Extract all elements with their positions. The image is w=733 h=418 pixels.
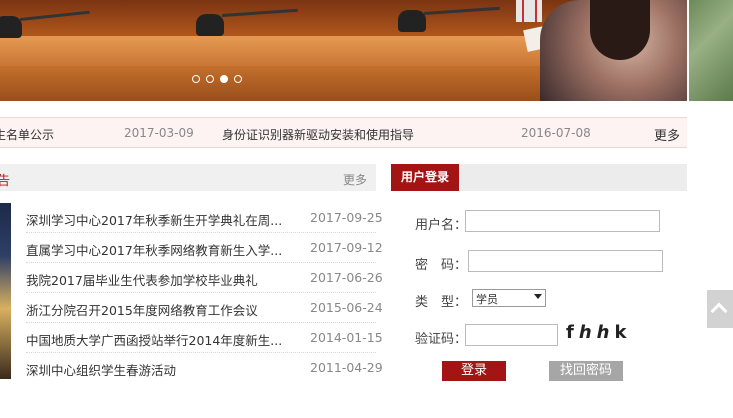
- microphone-icon: [196, 14, 224, 36]
- microphone-icon: [0, 16, 22, 38]
- captcha-char: k: [614, 322, 632, 343]
- news-date: 2011-04-29: [310, 360, 383, 375]
- notice-more-link[interactable]: 更多: [654, 125, 680, 144]
- list-item[interactable]: 深圳中心组织学生春游活动 2011-04-29: [26, 353, 383, 382]
- username-label: 用户名：: [415, 218, 468, 233]
- microphone-arm: [423, 6, 500, 15]
- find-password-button[interactable]: 找回密码: [549, 361, 623, 381]
- carousel-dot-3[interactable]: [220, 75, 228, 83]
- news-title[interactable]: 浙江分院召开2015年度网络教育工作会议: [26, 300, 258, 319]
- banner-bottles: [516, 0, 542, 22]
- user-type-value: 学员: [476, 293, 498, 306]
- news-title[interactable]: 深圳学习中心2017年秋季新生开学典礼在周...: [26, 210, 282, 229]
- login-panel-header: 用户登录: [391, 164, 687, 191]
- news-panel-header: 告 更多: [0, 164, 376, 191]
- captcha-image[interactable]: fhhk: [566, 322, 631, 343]
- captcha-char: f: [566, 322, 579, 343]
- notice-item-date: 2016-07-08: [521, 126, 591, 140]
- username-field[interactable]: [465, 210, 660, 232]
- type-label: 类 型：: [415, 295, 468, 310]
- banner-carousel[interactable]: [0, 0, 687, 101]
- news-thumbnail[interactable]: [0, 203, 11, 379]
- list-item[interactable]: 直属学习中心2017年秋季网络教育新生入学... 2017-09-12: [26, 233, 383, 263]
- chevron-up-icon: [710, 302, 728, 320]
- password-label: 密 码：: [415, 258, 468, 273]
- news-list: 深圳学习中心2017年秋季新生开学典礼在周... 2017-09-25 直属学习…: [26, 203, 383, 382]
- chevron-down-icon: [534, 294, 542, 299]
- notice-item-title[interactable]: 身份证识别器新驱动安装和使用指导: [222, 126, 414, 143]
- list-item[interactable]: 浙江分院召开2015年度网络教育工作会议 2015-06-24: [26, 293, 383, 323]
- password-field[interactable]: [468, 250, 663, 272]
- carousel-dots: [192, 75, 242, 83]
- news-date: 2017-06-26: [310, 270, 383, 285]
- news-title[interactable]: 中国地质大学广西函授站举行2014年度新生...: [26, 330, 282, 349]
- banner-side-image: [689, 0, 733, 101]
- captcha-label: 验证码：: [415, 332, 468, 347]
- news-more-link[interactable]: 更多: [343, 171, 367, 188]
- news-date: 2017-09-25: [310, 210, 383, 225]
- notice-item-date: 2017-03-09: [124, 126, 194, 140]
- list-item[interactable]: 中国地质大学广西函授站举行2014年度新生... 2014-01-15: [26, 323, 383, 353]
- news-title[interactable]: 直属学习中心2017年秋季网络教育新生入学...: [26, 240, 282, 259]
- list-item[interactable]: 深圳学习中心2017年秋季新生开学典礼在周... 2017-09-25: [26, 203, 383, 233]
- microphone-arm: [221, 8, 298, 17]
- news-date: 2015-06-24: [310, 300, 383, 315]
- banner-table-surface: [0, 36, 580, 68]
- user-type-select[interactable]: 学员: [472, 289, 546, 307]
- carousel-dot-4[interactable]: [234, 75, 242, 83]
- news-date: 2017-09-12: [310, 240, 383, 255]
- captcha-char: h: [578, 322, 597, 343]
- list-item[interactable]: 我院2017届毕业生代表参加学校毕业典礼 2017-06-26: [26, 263, 383, 293]
- tab-user-login[interactable]: 用户登录: [391, 164, 459, 191]
- login-button[interactable]: 登录: [442, 361, 506, 381]
- banner-person-hair: [590, 0, 650, 60]
- captcha-field[interactable]: [465, 324, 558, 346]
- notice-bar: 生名单公示 2017-03-09 身份证识别器新驱动安装和使用指导 2016-0…: [0, 117, 687, 148]
- back-to-top-button[interactable]: [707, 290, 733, 328]
- news-panel-title: 告: [0, 174, 11, 189]
- carousel-dot-1[interactable]: [192, 75, 200, 83]
- notice-item-title[interactable]: 生名单公示: [0, 126, 54, 143]
- microphone-arm: [19, 10, 90, 21]
- carousel-dot-2[interactable]: [206, 75, 214, 83]
- microphone-icon: [398, 10, 426, 32]
- news-date: 2014-01-15: [310, 330, 383, 345]
- news-title[interactable]: 深圳中心组织学生春游活动: [26, 360, 176, 379]
- captcha-char: h: [596, 322, 615, 343]
- news-title[interactable]: 我院2017届毕业生代表参加学校毕业典礼: [26, 270, 258, 289]
